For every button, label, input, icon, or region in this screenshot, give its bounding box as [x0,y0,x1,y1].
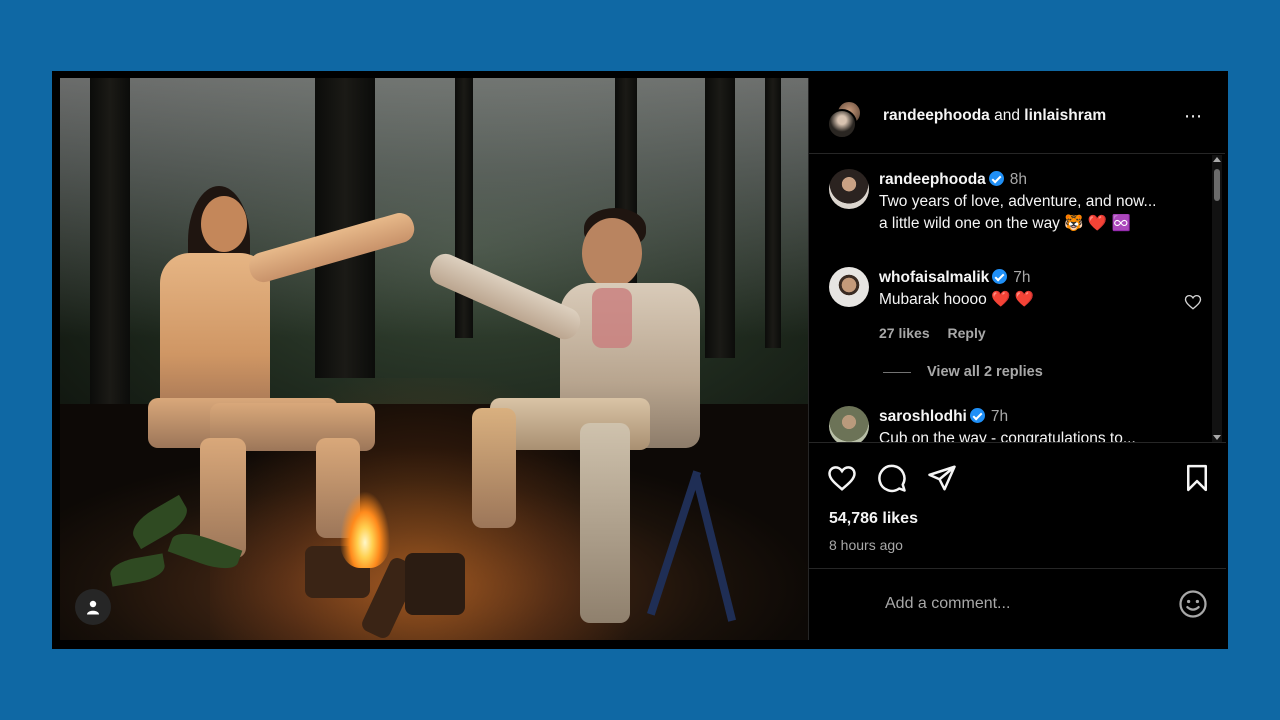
post-modal: randeephooda and linlaishram ⋯ randeepho… [52,71,1228,649]
avatar[interactable] [829,406,869,442]
post-header: randeephooda and linlaishram ⋯ [809,78,1225,154]
view-replies-label: View all 2 replies [927,364,1043,380]
post-authors: randeephooda and linlaishram [883,107,1106,125]
comment-like-heart-icon[interactable] [1184,293,1202,311]
tagged-user-button[interactable] [75,589,111,625]
reply-button[interactable]: Reply [948,325,986,341]
comments-list[interactable]: randeephooda 8h Two years of love, advent… [809,155,1226,443]
avatar[interactable] [829,267,869,307]
collab-avatars[interactable] [827,97,865,139]
post-side-panel: randeephooda and linlaishram ⋯ randeepho… [808,78,1226,640]
scroll-down-arrow-icon[interactable] [1213,435,1221,440]
comment-likes[interactable]: 27 likes [879,325,930,341]
verified-badge-icon [988,171,1004,186]
post-actions [827,463,1212,493]
bookmark-icon[interactable] [1182,463,1212,493]
view-replies-button[interactable]: View all 2 replies [883,364,1043,380]
comment-text: Mubarak hoooo ❤️ ❤️ [879,291,1034,308]
emoji-icon[interactable] [1178,589,1208,619]
caption-text-line-1: Two years of love, adventure, and now... [879,193,1157,210]
add-comment-bar [809,568,1226,640]
likes-count[interactable]: 54,786 likes [829,510,918,528]
scroll-up-arrow-icon[interactable] [1213,157,1221,162]
avatar [827,108,857,139]
user-icon [87,600,99,614]
comment-time[interactable]: 7h [1013,269,1030,286]
comment-username[interactable]: whofaisalmalik [879,269,989,286]
caption: randeephooda 8h Two years of love, advent… [829,169,1156,235]
add-comment-input[interactable] [885,591,1155,617]
tree-trunk [90,78,130,408]
author-link[interactable]: randeephooda [883,107,990,124]
caption-text-line-2: a little wild one on the way 🐯 ❤️ ♾️ [879,215,1131,232]
comment-icon[interactable] [877,463,907,493]
firewood-log [405,553,465,615]
caption-time[interactable]: 8h [1010,171,1027,188]
scrollbar-thumb[interactable] [1214,169,1220,201]
collaborator-link[interactable]: linlaishram [1024,107,1106,124]
tree-trunk [705,78,735,358]
share-icon[interactable] [927,463,957,493]
comment-item: saroshlodhi 7h Cub on the way - congratul… [829,406,1136,443]
avatar[interactable] [829,169,869,209]
tree-trunk [765,78,781,348]
caption-username[interactable]: randeephooda [879,171,986,188]
more-options-icon[interactable]: ⋯ [1184,106,1203,127]
verified-badge-icon [992,269,1008,284]
comment-username[interactable]: saroshlodhi [879,408,967,425]
comments-scrollbar[interactable] [1212,155,1222,442]
comment-text: Cub on the way - congratulations to... [879,430,1136,443]
comment-time[interactable]: 7h [991,408,1008,425]
author-joiner: and [994,106,1020,124]
verified-badge-icon [969,408,985,423]
post-timestamp[interactable]: 8 hours ago [829,537,903,553]
post-photo[interactable] [60,78,808,640]
replies-divider [883,371,911,373]
heart-icon[interactable] [827,463,857,493]
comment-item: whofaisalmalik 7h Mubarak hoooo ❤️ ❤️ 27 … [829,267,1034,344]
